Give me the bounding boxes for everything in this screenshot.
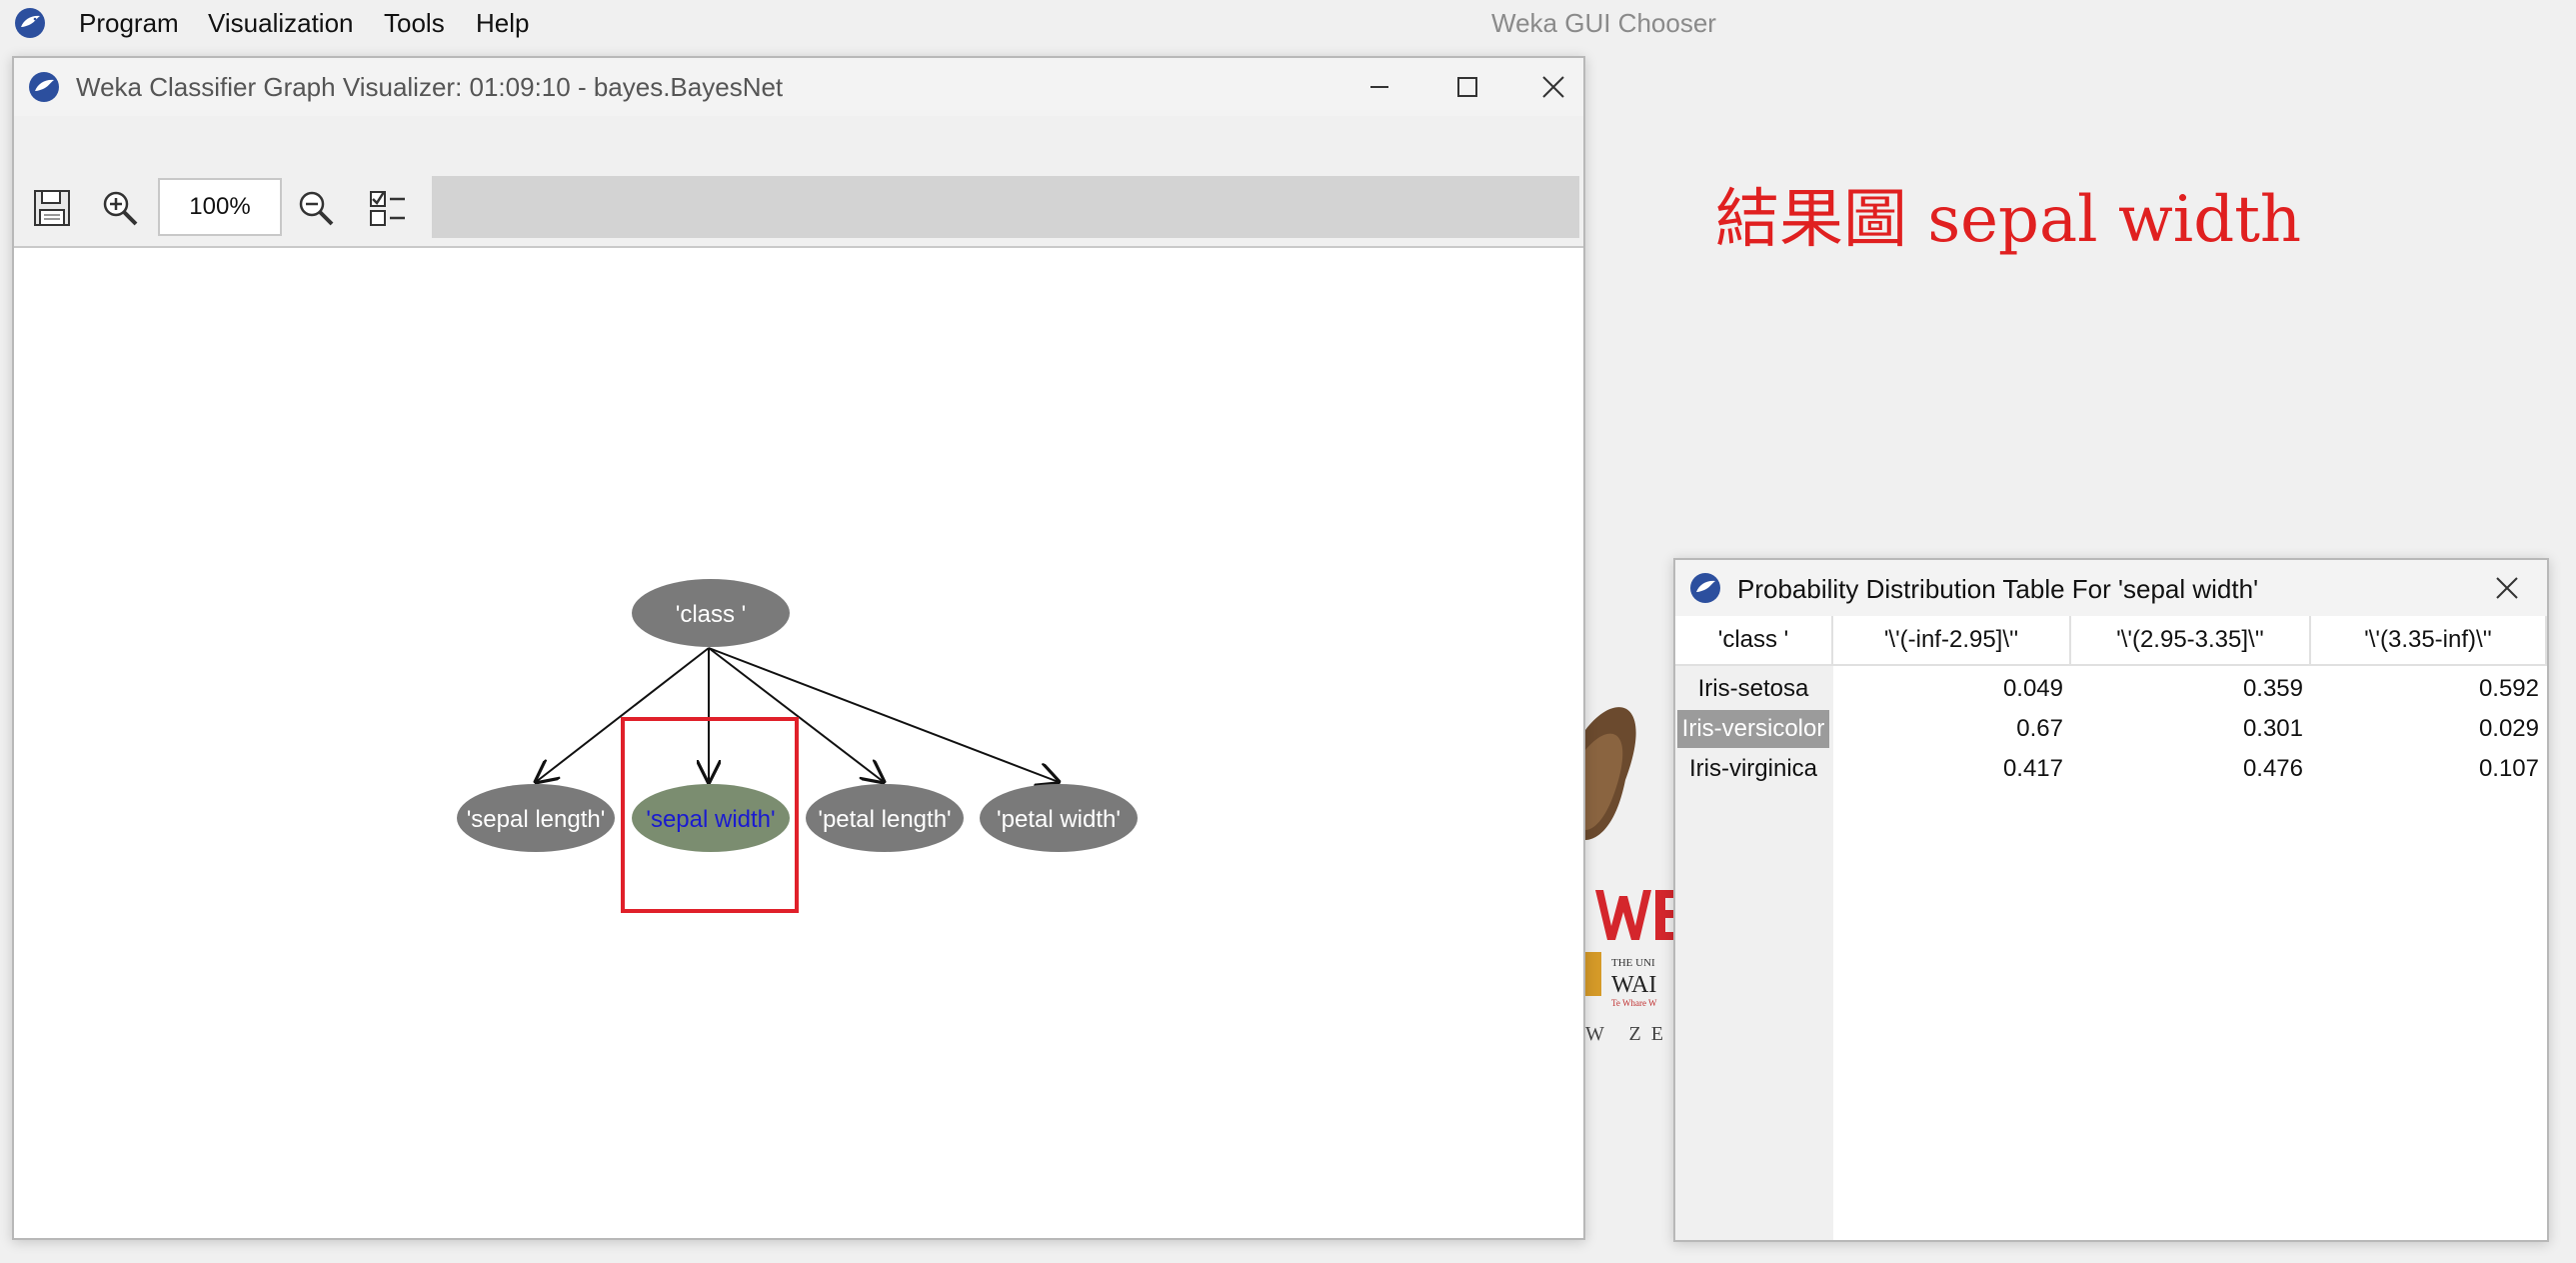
node-sepal-length-label: 'sepal length'	[467, 806, 606, 833]
menu-visualization[interactable]: Visualization	[208, 6, 354, 40]
close-button[interactable]	[2467, 560, 2547, 616]
zoom-out-button[interactable]	[292, 184, 340, 232]
close-icon	[1542, 76, 1564, 98]
table-cell: 0.359	[2242, 675, 2303, 702]
visualizer-window-title: Weka Classifier Graph Visualizer: 01:09:…	[76, 72, 784, 102]
minimize-icon	[1370, 86, 1388, 88]
table-cell: 0.592	[2478, 675, 2539, 702]
row-label-iris-setosa[interactable]: Iris-setosa	[1677, 670, 1829, 708]
zoom-level-field[interactable]: 100%	[158, 178, 282, 236]
row-label-iris-versicolor[interactable]: Iris-versicolor	[1677, 710, 1829, 748]
edge-class-petal-width	[708, 647, 1059, 782]
column-header-class[interactable]: 'class '	[1675, 616, 1833, 666]
table-cell: 0.417	[2002, 755, 2063, 782]
node-sepal-width[interactable]: 'sepal width'	[632, 784, 790, 852]
column-header-bin-1[interactable]: '\'(-inf-2.95]\''	[1833, 616, 2071, 666]
probability-table: 'class ' '\'(-inf-2.95]\'' '\'(2.95-3.35…	[1675, 616, 2547, 1240]
prob-table-titlebar[interactable]: Probability Distribution Table For 'sepa…	[1675, 560, 2547, 616]
weka-bird-icon	[29, 72, 59, 102]
zoom-in-button[interactable]	[96, 184, 144, 232]
node-petal-width-label: 'petal width'	[997, 806, 1121, 833]
menu-tools[interactable]: Tools	[384, 6, 445, 40]
close-button[interactable]	[1513, 58, 1593, 116]
table-cell: 0.029	[2478, 715, 2539, 742]
node-petal-width[interactable]: 'petal width'	[980, 784, 1138, 852]
extra-controls-button[interactable]	[364, 184, 412, 232]
graph-canvas[interactable]: 'class ' 'sepal length' 'sepal width' 'p…	[14, 248, 1583, 1238]
save-button[interactable]	[28, 184, 76, 232]
node-sepal-width-label: 'sepal width'	[646, 806, 775, 833]
column-header-bin-2[interactable]: '\'(2.95-3.35]\''	[2071, 616, 2311, 666]
row-label-iris-virginica[interactable]: Iris-virginica	[1677, 750, 1829, 788]
svg-text:WAI: WAI	[1611, 972, 1656, 998]
column-header-bin-3[interactable]: '\'(3.35-inf)\''	[2311, 616, 2547, 666]
table-cell: 0.107	[2478, 755, 2539, 782]
node-class[interactable]: 'class '	[632, 579, 790, 647]
visualizer-titlebar[interactable]: Weka Classifier Graph Visualizer: 01:09:…	[14, 58, 1583, 116]
node-class-label: 'class '	[676, 601, 747, 628]
weka-bird-icon	[15, 8, 45, 38]
menu-program[interactable]: Program	[79, 6, 179, 40]
floppy-disk-icon	[34, 190, 70, 226]
menu-help[interactable]: Help	[476, 6, 529, 40]
graph-visualizer-window: Weka Classifier Graph Visualizer: 01:09:…	[12, 56, 1585, 1240]
chooser-menubar: Program Visualization Tools Help Weka GU…	[0, 0, 2576, 46]
weka-bird-icon	[1690, 573, 1720, 603]
node-petal-length[interactable]: 'petal length'	[806, 784, 964, 852]
table-cell: 0.049	[2002, 675, 2063, 702]
node-sepal-length[interactable]: 'sepal length'	[457, 784, 615, 852]
table-cell: 0.476	[2242, 755, 2303, 782]
probability-table-window: Probability Distribution Table For 'sepa…	[1673, 558, 2549, 1242]
close-icon	[2496, 577, 2518, 599]
table-cell: 0.301	[2242, 715, 2303, 742]
prob-table-title: Probability Distribution Table For 'sepa…	[1737, 574, 2259, 604]
visualizer-toolbar: 100%	[14, 116, 1583, 248]
maximize-icon	[1457, 77, 1477, 97]
node-petal-length-label: 'petal length'	[818, 806, 951, 833]
bayes-net-graph: 'class ' 'sepal length' 'sepal width' 'p…	[457, 579, 1138, 913]
maximize-button[interactable]	[1427, 58, 1507, 116]
toolbar-empty-area	[432, 176, 1579, 238]
svg-text:Te Whare W: Te Whare W	[1611, 998, 1657, 1008]
table-cell: 0.67	[2016, 715, 2063, 742]
chooser-window-title: Weka GUI Chooser	[1491, 8, 1716, 38]
svg-text:THE UNI: THE UNI	[1611, 957, 1655, 969]
zoom-in-icon	[103, 191, 138, 226]
zoom-out-icon	[299, 191, 334, 226]
checklist-icon	[370, 191, 405, 226]
annotation-text: 結果圖 sepal width	[1715, 183, 2302, 257]
minimize-button[interactable]	[1339, 58, 1419, 116]
